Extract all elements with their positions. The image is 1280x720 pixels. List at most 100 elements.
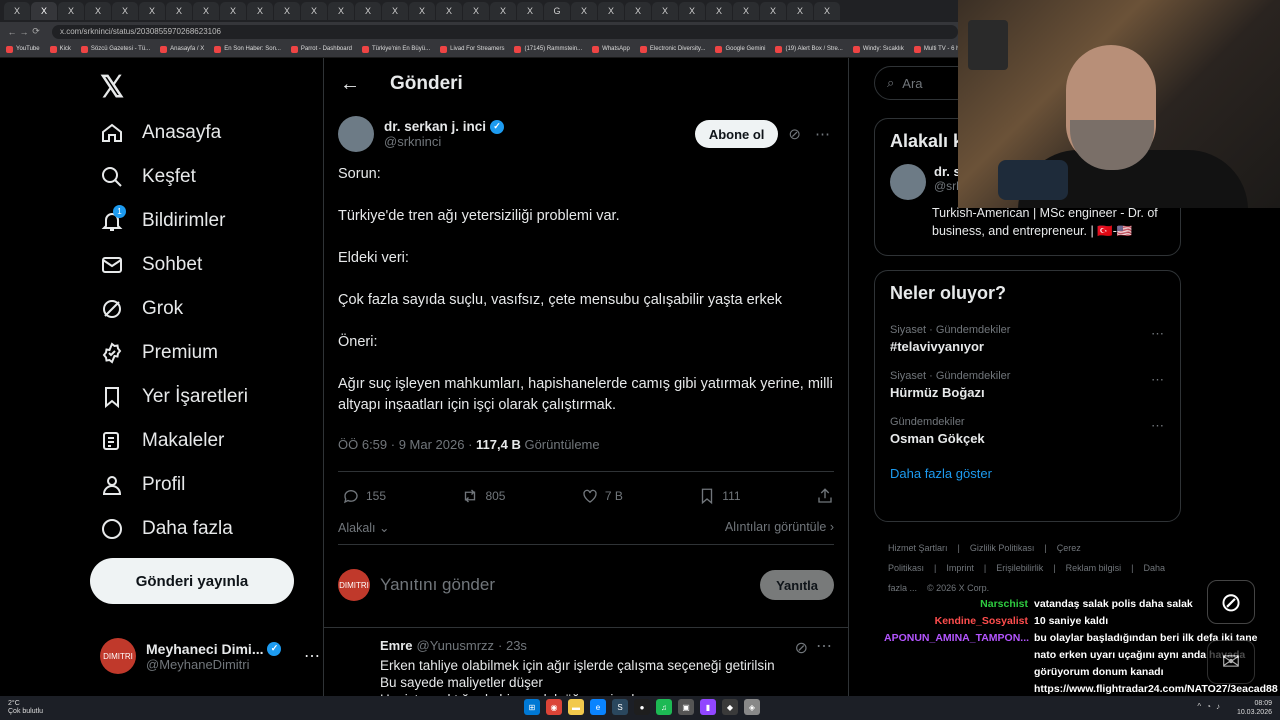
reply-action[interactable]: 155: [342, 487, 386, 505]
browser-tab[interactable]: X: [166, 2, 192, 20]
footer-link[interactable]: © 2026 X Corp.: [927, 583, 989, 593]
forward-icon[interactable]: →: [18, 27, 30, 37]
nav-item-more-circle[interactable]: Daha fazla: [88, 507, 233, 551]
app-icon[interactable]: ▣: [678, 699, 694, 715]
nav-item-bookmark[interactable]: Yer İşaretleri: [88, 375, 248, 419]
browser-tab[interactable]: X: [220, 2, 246, 20]
nav-item-search[interactable]: Keşfet: [88, 155, 196, 199]
grok-icon[interactable]: ⊘: [795, 638, 808, 658]
x-logo-icon[interactable]: 𝕏: [100, 70, 124, 105]
reply-author-name[interactable]: Emre: [380, 638, 413, 653]
more-icon[interactable]: ⋯: [1151, 372, 1164, 388]
browser-tab[interactable]: X: [31, 2, 57, 20]
reload-icon[interactable]: ⟳: [30, 26, 42, 37]
back-icon[interactable]: ←: [6, 27, 18, 37]
bookmark-item[interactable]: YouTube: [6, 45, 40, 53]
reply-input[interactable]: Yanıtını gönder: [380, 575, 750, 595]
trend-item[interactable]: Gündemdekiler Osman Gökçek ⋯: [875, 408, 1180, 454]
browser-tab[interactable]: G: [544, 2, 570, 20]
avatar[interactable]: [890, 164, 926, 200]
footer-link[interactable]: Imprint: [946, 563, 974, 573]
footer-link[interactable]: Gizlilik Politikası: [970, 543, 1035, 553]
twitch-icon[interactable]: ▮: [700, 699, 716, 715]
browser-tab[interactable]: X: [652, 2, 678, 20]
browser-tab[interactable]: X: [706, 2, 732, 20]
folder-icon[interactable]: ▬: [568, 699, 584, 715]
more-icon[interactable]: ⋯: [811, 125, 834, 143]
bookmark-item[interactable]: Electronic Diversity...: [639, 45, 705, 53]
chevron-up-icon[interactable]: ^: [1197, 702, 1201, 711]
bookmark-item[interactable]: (17145) Rammstein...: [514, 45, 582, 53]
account-switcher[interactable]: DIMITRI Meyhaneci Dimi... ✓ @MeyhaneDimit…: [100, 636, 320, 676]
nav-item-home[interactable]: Anasayfa: [88, 111, 221, 155]
tweet-time[interactable]: ÖÖ 6:59 · 9 Mar 2026 ·: [338, 437, 476, 452]
app-icon[interactable]: ◆: [722, 699, 738, 715]
browser-tab[interactable]: X: [787, 2, 813, 20]
weather-widget[interactable]: 2°C Çok bulutlu: [0, 700, 70, 716]
bookmark-item[interactable]: Türkiye'nin En Büyü...: [361, 45, 430, 53]
browser-tab[interactable]: X: [382, 2, 408, 20]
bookmark-item[interactable]: En Son Haber: Son...: [214, 45, 281, 53]
grok-floating-button[interactable]: ⊘: [1207, 580, 1255, 624]
browser-tab[interactable]: X: [409, 2, 435, 20]
browser-tab[interactable]: X: [598, 2, 624, 20]
wifi-icon[interactable]: ◔: [1206, 702, 1211, 711]
browser-tab[interactable]: X: [490, 2, 516, 20]
more-icon[interactable]: ⋯: [1151, 326, 1164, 342]
browser-tab[interactable]: X: [733, 2, 759, 20]
clock[interactable]: 08:09 10.03.2026: [1237, 699, 1272, 717]
more-icon[interactable]: ⋯: [304, 646, 320, 666]
trend-item[interactable]: Siyaset · Gündemdekiler #telavivyanıyor ⋯: [875, 316, 1180, 362]
browser-tab[interactable]: X: [436, 2, 462, 20]
browser-tab[interactable]: X: [274, 2, 300, 20]
bookmark-item[interactable]: Google Gemini: [715, 45, 765, 53]
obs-icon[interactable]: ●: [634, 699, 650, 715]
share-action[interactable]: [816, 487, 834, 505]
repost-action[interactable]: 805: [461, 487, 505, 505]
bookmark-item[interactable]: (19) Alert Box / Stre...: [775, 45, 843, 53]
footer-link[interactable]: Erişilebilirlik: [996, 563, 1043, 573]
grok-icon[interactable]: ⊘: [784, 125, 805, 143]
browser-tab[interactable]: X: [85, 2, 111, 20]
post-button[interactable]: Gönderi yayınla: [90, 558, 294, 604]
nav-item-mail[interactable]: Sohbet: [88, 243, 202, 287]
browser-tab[interactable]: X: [247, 2, 273, 20]
view-quotes-link[interactable]: Alıntıları görüntüle ›: [725, 520, 834, 540]
bookmark-item[interactable]: Parrot - Dashboard: [290, 45, 352, 53]
back-arrow-icon[interactable]: ←: [340, 73, 360, 96]
messages-floating-button[interactable]: ✉: [1207, 640, 1255, 684]
bookmark-item[interactable]: Multi TV - 6 haber: [913, 45, 958, 53]
footer-link[interactable]: Reklam bilgisi: [1066, 563, 1122, 573]
like-action[interactable]: 7 B: [581, 487, 623, 505]
tweet-author-name[interactable]: dr. serkan j. inci: [384, 119, 486, 134]
footer-link[interactable]: Hizmet Şartları: [888, 543, 948, 553]
browser-tab[interactable]: X: [301, 2, 327, 20]
related-dropdown[interactable]: Alakalı ⌄: [338, 520, 389, 540]
reply-button[interactable]: Yanıtla: [760, 570, 834, 600]
steam-icon[interactable]: S: [612, 699, 628, 715]
bookmark-item[interactable]: Kick: [49, 45, 71, 53]
browser-tab[interactable]: X: [58, 2, 84, 20]
bookmark-item[interactable]: WhatsApp: [592, 45, 630, 53]
more-icon[interactable]: ⋯: [1151, 418, 1164, 434]
browser-tab[interactable]: X: [355, 2, 381, 20]
browser-tab[interactable]: X: [625, 2, 651, 20]
windows-start-icon[interactable]: ⊞: [524, 699, 540, 715]
bookmark-item[interactable]: Windy: Sıcaklık: [852, 45, 904, 53]
avatar[interactable]: [338, 116, 374, 152]
bookmark-action[interactable]: 111: [698, 487, 741, 505]
browser-tab[interactable]: X: [139, 2, 165, 20]
follow-button[interactable]: Abone ol: [694, 120, 779, 148]
nav-item-profile[interactable]: Profil: [88, 463, 185, 507]
browser-tab[interactable]: X: [571, 2, 597, 20]
browser-tab[interactable]: X: [328, 2, 354, 20]
nav-item-bell[interactable]: 1 Bildirimler: [88, 199, 225, 243]
bookmark-item[interactable]: Livad For Streamers: [440, 45, 504, 53]
edge-icon[interactable]: e: [590, 699, 606, 715]
tweet-author-handle[interactable]: @srkninci: [384, 134, 504, 149]
app-icon[interactable]: ◈: [744, 699, 760, 715]
bookmark-item[interactable]: Sözcü Gazetesi - Tü...: [80, 45, 150, 53]
reply-tweet[interactable]: Emre @Yunusmrzz · 23s Erken tahliye olabilm…: [324, 628, 848, 696]
volume-icon[interactable]: ♪: [1216, 702, 1220, 711]
browser-tab[interactable]: X: [463, 2, 489, 20]
